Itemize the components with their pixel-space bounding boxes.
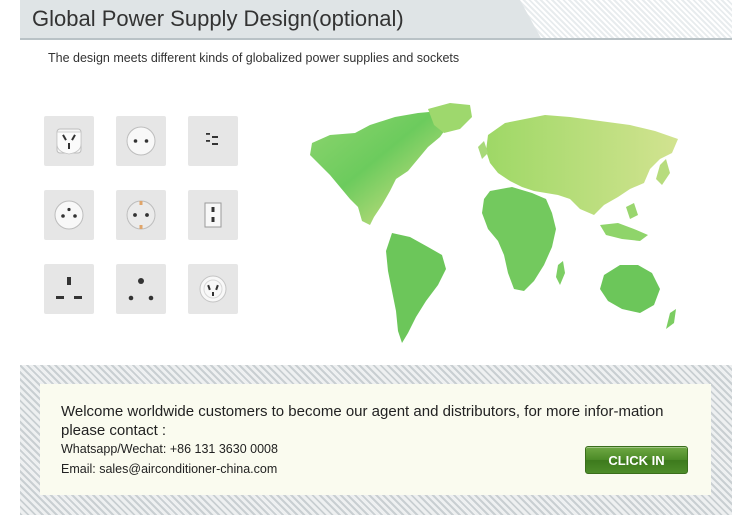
australian-plug-icon xyxy=(44,116,94,166)
swiss-socket-icon xyxy=(188,264,238,314)
schuko-socket-icon xyxy=(116,190,166,240)
header-divider xyxy=(20,38,732,40)
three-round-pin-socket-icon xyxy=(44,190,94,240)
welcome-message: Welcome worldwide customers to become ou… xyxy=(61,403,664,439)
world-map-icon xyxy=(300,95,690,350)
section-header: Global Power Supply Design(optional) xyxy=(20,0,732,40)
header-stripe-decoration xyxy=(520,0,732,40)
page-title: Global Power Supply Design(optional) xyxy=(32,6,404,31)
email-contact: Email: sales@airconditioner-china.com xyxy=(61,462,278,476)
whatsapp-contact: Whatsapp/Wechat: +86 131 3630 0008 xyxy=(61,442,278,456)
europlug-round-icon xyxy=(116,116,166,166)
section-subtitle: The design meets different kinds of glob… xyxy=(48,51,460,65)
flat-pin-socket-icon xyxy=(188,116,238,166)
vertical-slot-socket-icon xyxy=(188,190,238,240)
uk-bs1363-socket-icon xyxy=(44,264,94,314)
click-in-button[interactable]: CLICK IN xyxy=(585,446,688,474)
south-african-socket-icon xyxy=(116,264,166,314)
